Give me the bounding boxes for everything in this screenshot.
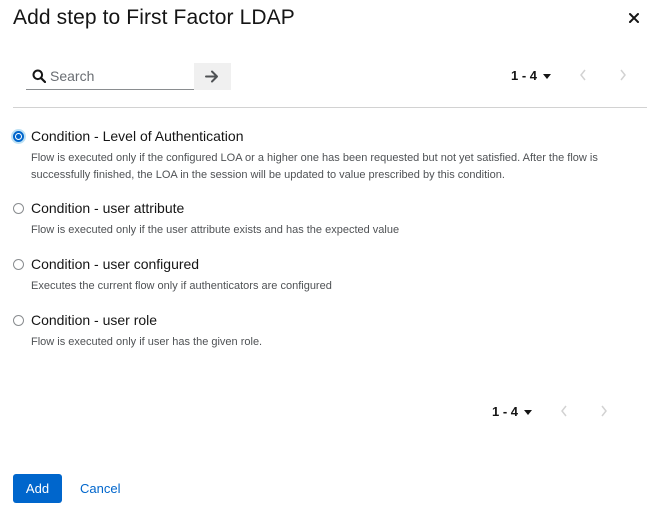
cancel-button[interactable]: Cancel: [80, 474, 120, 503]
angle-right-icon[interactable]: [619, 69, 627, 81]
option-label[interactable]: Condition - user role: [31, 312, 157, 328]
radio-user-role[interactable]: [13, 315, 24, 326]
caret-down-icon[interactable]: [524, 410, 532, 415]
arrow-right-icon: [205, 70, 218, 83]
option-description: Executes the current flow only if authen…: [31, 280, 332, 292]
angle-left-icon[interactable]: [579, 69, 587, 81]
option-label[interactable]: Condition - user configured: [31, 256, 199, 272]
option-label[interactable]: Condition - Level of Authentication: [31, 128, 243, 144]
option-description: Flow is executed only if user has the gi…: [31, 336, 263, 348]
radio-user-configured[interactable]: [13, 259, 24, 270]
pagination-top: 1 - 4: [511, 66, 631, 86]
pagination-bottom: 1 - 4: [492, 402, 612, 422]
option-label[interactable]: Condition - user attribute: [31, 200, 184, 216]
search-input[interactable]: [50, 66, 190, 86]
radio-user-attribute[interactable]: [13, 203, 24, 214]
list-item[interactable]: Condition - user role Flow is executed o…: [13, 312, 633, 348]
divider: [13, 107, 647, 108]
angle-right-icon[interactable]: [600, 405, 608, 417]
dialog-title: Add step to First Factor LDAP: [13, 6, 295, 29]
pagination-range[interactable]: 1 - 4: [511, 68, 537, 83]
option-description: Flow is executed only if the user attrib…: [31, 224, 400, 236]
close-icon[interactable]: [627, 11, 641, 25]
list-item[interactable]: Condition - user attribute Flow is execu…: [13, 200, 633, 236]
radio-level-of-authentication[interactable]: [13, 131, 24, 142]
list-item[interactable]: Condition - user configured Executes the…: [13, 256, 633, 292]
search-box: [26, 63, 194, 90]
caret-down-icon[interactable]: [543, 74, 551, 79]
option-description: Flow is executed only if the configured …: [31, 152, 598, 181]
list-item[interactable]: Condition - Level of Authentication Flow…: [13, 128, 633, 181]
search-submit-button[interactable]: [194, 63, 231, 90]
angle-left-icon[interactable]: [560, 405, 568, 417]
add-button[interactable]: Add: [13, 474, 62, 503]
pagination-range[interactable]: 1 - 4: [492, 404, 518, 419]
search-icon: [32, 69, 46, 83]
